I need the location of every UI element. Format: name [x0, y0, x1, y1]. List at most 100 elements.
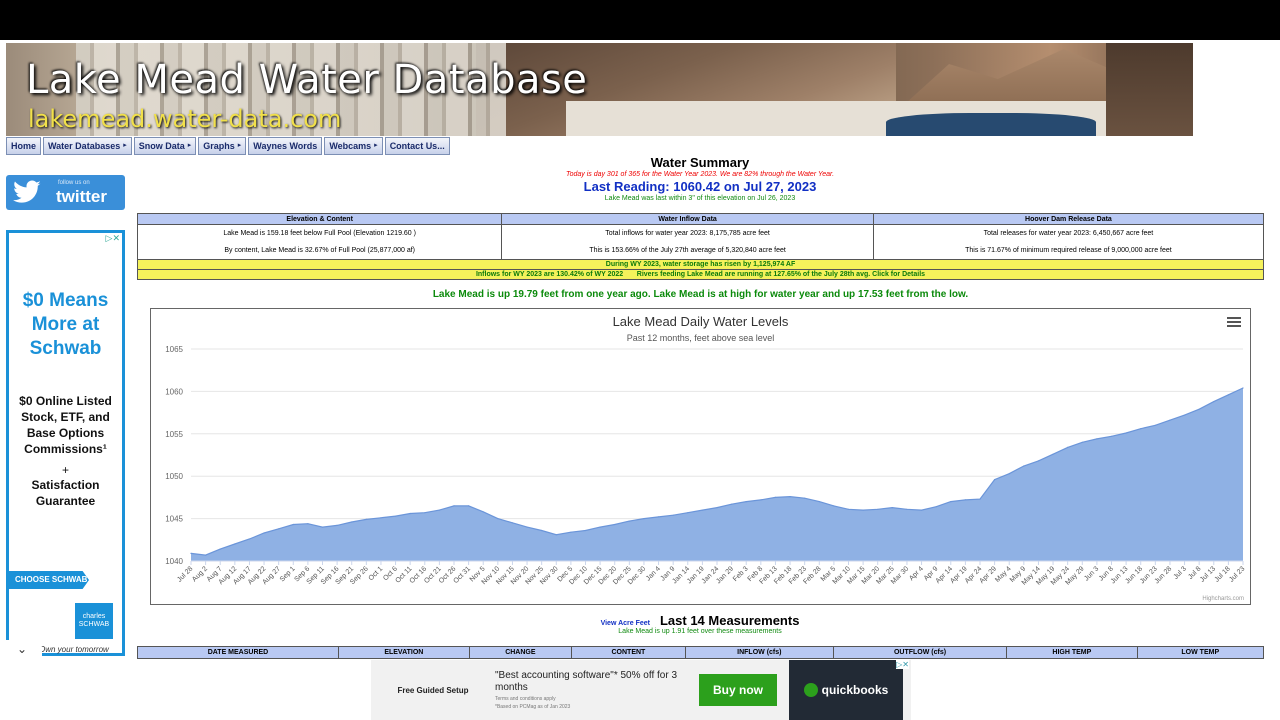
header-inflow: Water Inflow Data — [501, 213, 874, 225]
ad-quote: "Best accounting software"* 50% off for … — [495, 670, 678, 693]
data-point — [1037, 460, 1039, 462]
last-reading: Last Reading: 1060.42 on Jul 27, 2023 — [583, 179, 817, 194]
data-point — [336, 524, 338, 526]
nav-item-contact-us[interactable]: Contact Us... — [384, 137, 450, 155]
inflow-compare-row[interactable]: Inflows for WY 2023 are 130.42% of WY 20… — [137, 269, 1264, 280]
nav-item-webcams[interactable]: Webcams ▸ — [324, 137, 383, 155]
release-cell: Total releases for water year 2023: 6,45… — [872, 224, 1265, 260]
data-point — [1110, 435, 1113, 437]
data-point — [1242, 387, 1244, 389]
data-point — [774, 496, 777, 498]
nav-item-home[interactable]: Home — [6, 137, 42, 155]
nav-item-label: Waynes Words — [253, 141, 318, 151]
col-inflow: INFLOW (cfs) — [684, 646, 834, 659]
schwab-side-ad[interactable]: ▷✕ $0 Means More at Schwab $0 Online Lis… — [6, 230, 125, 656]
caret-right-icon: ▸ — [237, 142, 242, 149]
twitter-follow-label: follow us on — [58, 180, 90, 186]
data-point — [643, 518, 645, 520]
ad-tagline: Own your tomorrow — [39, 645, 109, 654]
data-point — [1184, 414, 1186, 416]
measurements-table-header: DATE MEASURED ELEVATION CHANGE CONTENT I… — [137, 646, 1264, 659]
ad-close-icon[interactable]: ▷✕ — [896, 660, 909, 669]
ad-fine-print-1: Terms and conditions apply — [495, 696, 556, 702]
nav-item-label: Water Databases — [48, 141, 121, 151]
x-tick-label: Jan 4 — [645, 565, 662, 582]
buy-now-button[interactable]: Buy now — [699, 674, 777, 706]
chart-subtitle: Past 12 months, feet above sea level — [626, 333, 775, 343]
data-point — [614, 523, 616, 526]
rivers-details-link[interactable]: Rivers feeding Lake Mead are running at … — [637, 271, 925, 278]
y-tick-label: 1060 — [165, 387, 183, 396]
ad-body: $0 Online Listed Stock, ETF, and Base Op… — [19, 394, 112, 456]
data-point — [979, 498, 981, 500]
data-point — [351, 521, 353, 523]
nav-item-label: Webcams — [329, 141, 372, 151]
col-outflow: OUTFLOW (cfs) — [832, 646, 1008, 659]
water-level-chart: 1040 1045 1050 1055 1060 1065 Jul 28 Aug 2 Aug 7… — [150, 308, 1251, 605]
col-low-temp: LOW TEMP — [1136, 646, 1264, 659]
data-point — [395, 515, 397, 517]
data-point — [818, 501, 820, 503]
x-tick-label: Aug 2 — [191, 565, 209, 583]
data-point — [321, 526, 324, 528]
data-point — [877, 508, 879, 510]
y-tick-label: 1055 — [165, 430, 183, 439]
data-point — [263, 532, 265, 534]
twitter-follow-button[interactable]: follow us on twitter — [6, 175, 125, 210]
x-tick-label: Apr 4 — [908, 565, 925, 582]
twitter-label: twitter — [56, 187, 107, 206]
y-tick-label: 1045 — [165, 515, 183, 524]
choose-schwab-button[interactable]: CHOOSE SCHWAB — [9, 571, 89, 589]
header-release: Hoover Dam Release Data — [872, 213, 1265, 225]
chart-credits[interactable]: Highcharts.com — [1202, 596, 1244, 602]
x-tick-label: Sep 1 — [279, 565, 297, 583]
x-tick-label: Oct 1 — [368, 565, 385, 582]
quickbooks-ad[interactable]: Free Guided Setup "Best accounting softw… — [371, 660, 911, 720]
nav-item-waynes-words[interactable]: Waynes Words — [248, 137, 323, 155]
nav-item-water-databases[interactable]: Water Databases ▸ — [43, 137, 132, 155]
canyon-cliff — [1106, 43, 1193, 136]
x-tick-label: Jul 23 — [1228, 565, 1246, 583]
data-point — [380, 517, 382, 519]
twitter-bird-icon — [13, 180, 41, 203]
data-point — [1023, 465, 1025, 467]
lake-water — [886, 113, 1096, 136]
nav-item-label: Contact Us... — [389, 141, 445, 151]
chart-svg: 104010451050105510601065Jul 28Aug 2Aug 7… — [165, 345, 1246, 587]
nav-item-graphs[interactable]: Graphs ▸ — [198, 137, 247, 155]
ad-choices-icon[interactable]: ▷✕ — [106, 233, 120, 244]
data-point — [555, 534, 557, 536]
elevation-line-2: By content, Lake Mead is 32.67% of Full … — [224, 247, 415, 254]
nav-item-snow-data[interactable]: Snow Data ▸ — [133, 137, 197, 155]
data-point — [1140, 428, 1142, 430]
col-high-temp: HIGH TEMP — [1006, 646, 1138, 659]
data-point — [219, 548, 221, 550]
data-point — [964, 499, 967, 501]
data-point — [921, 509, 923, 511]
data-point — [409, 512, 411, 515]
page: Lake Mead Water Database lakemead.water-… — [0, 40, 1280, 720]
quickbooks-brand: quickbooks — [821, 683, 889, 697]
data-point — [497, 518, 499, 520]
site-banner[interactable]: Lake Mead Water Database lakemead.water-… — [6, 43, 1193, 136]
collapse-ad-button[interactable]: ⌄ — [2, 640, 42, 660]
inflow-line-1: Total inflows for water year 2023: 8,175… — [605, 230, 770, 237]
data-point — [438, 509, 440, 511]
data-point — [365, 518, 367, 520]
caret-right-icon: ▸ — [123, 142, 127, 149]
data-point — [511, 522, 513, 524]
data-point — [745, 501, 747, 503]
elevation-cell: Lake Mead is 159.18 feet below Full Pool… — [136, 224, 503, 260]
data-point — [1125, 432, 1127, 434]
view-acre-feet-link[interactable]: View Acre Feet — [601, 620, 650, 627]
data-point — [701, 509, 704, 511]
site-url: lakemead.water-data.com — [28, 105, 342, 133]
col-content: CONTENT — [571, 646, 686, 659]
col-change: CHANGE — [468, 646, 573, 659]
chart-menu-icon[interactable] — [1227, 317, 1241, 329]
data-point — [468, 505, 470, 507]
col-date: DATE MEASURED — [137, 646, 339, 659]
data-point — [453, 505, 455, 507]
ad-extra: Satisfaction Guarantee — [31, 478, 100, 508]
data-point — [1067, 446, 1069, 448]
